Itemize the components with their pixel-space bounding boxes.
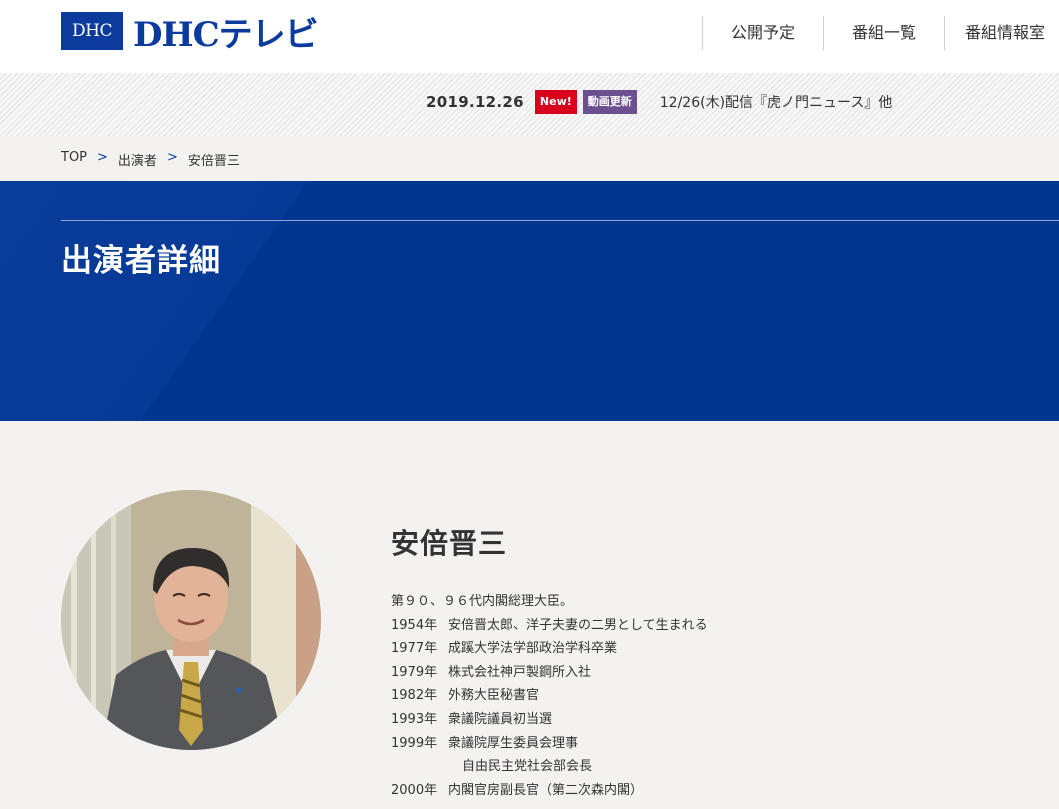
bio-year: 1977年 <box>391 641 438 657</box>
news-bar: 2019.12.26 New! 動画更新 12/26(木)配信『虎ノ門ニュース』… <box>0 73 1059 136</box>
bio-line: 1979年 株式会社神戸製鋼所入社 <box>391 661 1031 685</box>
bio-line: 1982年 外務大臣秘書官 <box>391 684 1031 708</box>
bio-year: 1954年 <box>391 617 438 633</box>
bio-line: 1977年 成蹊大学法学部政治学科卒業 <box>391 637 1031 661</box>
dhc-logo-box: DHC <box>61 12 123 50</box>
bio-year: 1999年 <box>391 735 438 751</box>
bio-line: 1999年 衆議院厚生委員会理事 <box>391 732 1031 756</box>
bio-line: 1993年 衆議院議員初当選 <box>391 708 1031 732</box>
site-logo[interactable]: DHC DHCテレビ <box>61 11 319 55</box>
performer-name: 安倍晋三 <box>391 527 508 560</box>
bio-text: 衆議院議員初当選 <box>448 711 553 727</box>
breadcrumb-separator: > <box>97 150 108 165</box>
breadcrumb-separator: > <box>166 150 178 165</box>
page-title: 出演者詳細 <box>61 243 221 279</box>
bio-year: 1993年 <box>391 711 438 727</box>
hero-banner: 出演者詳細 <box>0 181 1059 421</box>
hero-diagonal-shade <box>0 181 1059 421</box>
bio-text: 外務大臣秘書官 <box>448 688 540 704</box>
main-nav: 公開予定 番組一覧 番組情報室 <box>701 16 1059 50</box>
bio-text: 衆議院厚生委員会理事 <box>448 735 579 751</box>
news-item[interactable]: 2019.12.26 New! 動画更新 12/26(木)配信『虎ノ門ニュース』… <box>426 89 892 115</box>
bio-text: 内閣官房副長官（第二次森内閣） <box>448 782 644 798</box>
nav-info-room[interactable]: 番組情報室 <box>943 16 1059 50</box>
bio-text: 成蹊大学法学部政治学科卒業 <box>448 641 618 657</box>
performer-photo <box>61 490 321 750</box>
news-date: 2019.12.26 <box>426 93 524 111</box>
breadcrumb-current: 安倍晋三 <box>187 154 240 169</box>
update-badge: 動画更新 <box>582 90 637 114</box>
bio-year: 1979年 <box>391 664 438 680</box>
portrait-illustration <box>61 490 321 750</box>
bio-text: 自由民主党社会部会長 <box>462 759 593 775</box>
bio-intro: 第９０、９６代内閣総理大臣。 <box>391 590 1031 614</box>
bio-year: 2000年 <box>391 782 438 798</box>
breadcrumb-performers[interactable]: 出演者 <box>118 150 157 169</box>
bio-text: 安倍晋太郎、洋子夫妻の二男として生まれる <box>448 617 708 633</box>
bio-line: 自由民主党社会部会長 <box>391 755 1031 779</box>
performer-bio: 第９０、９６代内閣総理大臣。 1954年 安倍晋太郎、洋子夫妻の二男として生まれる… <box>391 590 1031 802</box>
bio-intro-text: 第９０、９６代内閣総理大臣。 <box>391 594 574 609</box>
nav-schedule[interactable]: 公開予定 <box>701 16 823 50</box>
bio-line: 2000年 内閣官房副長官（第二次森内閣） <box>391 779 1031 803</box>
bio-year: 1982年 <box>391 688 438 704</box>
bio-text: 株式会社神戸製鋼所入社 <box>448 664 592 680</box>
bio-line: 1954年 安倍晋太郎、洋子夫妻の二男として生まれる <box>391 614 1031 638</box>
new-badge: New! <box>534 90 577 114</box>
logo-text: DHCテレビ <box>133 14 319 55</box>
nav-programs[interactable]: 番組一覧 <box>822 16 944 50</box>
site-header: DHC DHCテレビ 公開予定 番組一覧 番組情報室 <box>0 0 1059 73</box>
news-text[interactable]: 12/26(木)配信『虎ノ門ニュース』他 <box>660 92 893 112</box>
hero-divider <box>61 220 1059 221</box>
breadcrumb: TOP > 出演者 > 安倍晋三 <box>61 150 240 169</box>
breadcrumb-top[interactable]: TOP <box>61 150 87 169</box>
